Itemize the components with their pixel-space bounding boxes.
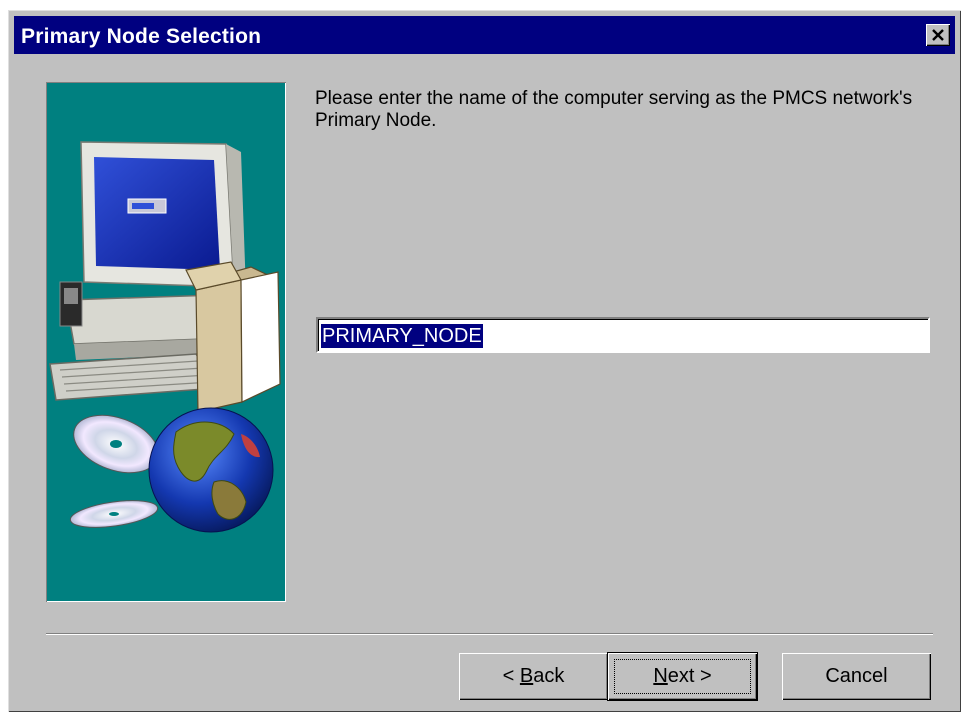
primary-node-name-value[interactable]: PRIMARY_NODE xyxy=(321,324,483,348)
wizard-illustration xyxy=(46,82,286,602)
divider xyxy=(46,633,933,635)
title-bar[interactable]: Primary Node Selection xyxy=(14,16,955,54)
primary-node-name-input[interactable]: PRIMARY_NODE xyxy=(316,317,930,353)
next-button[interactable]: Next > xyxy=(608,653,757,700)
window-title: Primary Node Selection xyxy=(21,25,262,48)
close-icon xyxy=(932,29,944,41)
computer-globe-cd-illustration xyxy=(49,141,281,533)
cancel-button-label: Cancel xyxy=(825,665,888,687)
close-button[interactable] xyxy=(926,24,950,46)
cancel-button[interactable]: Cancel xyxy=(782,653,931,700)
back-button-label: < Back xyxy=(502,665,565,687)
instruction-text: Please enter the name of the computer se… xyxy=(315,88,913,131)
back-button[interactable]: < Back xyxy=(459,653,608,700)
next-button-label: Next > xyxy=(653,665,712,687)
primary-node-dialog: Primary Node Selection Please enter the … xyxy=(8,10,961,712)
